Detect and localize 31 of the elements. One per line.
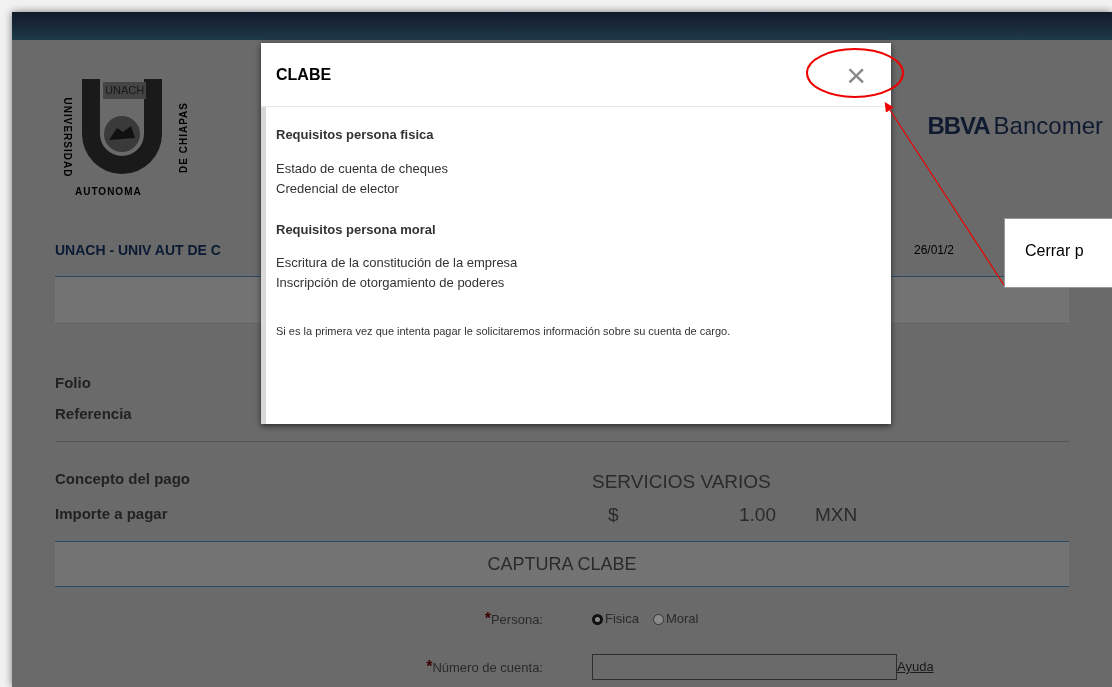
date-text: 26/01/2	[913, 242, 954, 259]
currency-code: MXN	[815, 502, 858, 527]
section-heading: Requisitos persona moral	[276, 220, 437, 239]
requirement-text: Inscripción de otorgamiento de poderes	[276, 274, 506, 292]
field-label: Importe a pagar	[55, 503, 169, 524]
requirement-text: Estado de cuenta de cheques	[276, 159, 450, 178]
modal-title: CLABE	[276, 64, 332, 85]
close-button[interactable]: ×	[846, 57, 866, 92]
logo-text: AUTONOMA	[75, 185, 142, 199]
amount-value: 1.00	[739, 502, 777, 527]
logo-text: UNIVERSIDAD	[60, 96, 74, 180]
field-label: Concepto del pago	[55, 469, 191, 489]
logo-text: DE CHIAPAS	[176, 101, 190, 175]
radio-option[interactable]: Moral	[652, 609, 699, 629]
annotation-callout: Cerrar p	[1004, 218, 1112, 288]
field-label: *Persona:	[483, 609, 543, 629]
requirement-text: Escritura de la constitución de la empresa	[276, 254, 519, 272]
merchant-name: UNACH - UNIV AUT DE C	[55, 240, 221, 260]
radio-option[interactable]: Fisica	[592, 609, 639, 629]
bank-logo: BBVA Bancomer	[927, 111, 1103, 141]
field-label: Referencia	[55, 403, 133, 424]
section-header: CAPTURA CLABE	[55, 541, 1069, 587]
section-heading: Requisitos persona fisica	[276, 126, 435, 144]
concept-value: SERVICIOS VARIOS	[592, 470, 772, 494]
note-text: Si es la primera vez que intenta pagar le solicitaremos información sobre su cuenta de cargo.	[276, 324, 732, 339]
account-number-field[interactable]	[592, 654, 897, 680]
help-link[interactable]: Ayuda	[897, 657, 934, 677]
requirement-text: Credencial de elector	[276, 179, 400, 198]
field-label: Folio	[55, 373, 92, 393]
field-label: *Número de cuenta:	[425, 657, 543, 677]
currency-sign: $	[608, 502, 620, 527]
